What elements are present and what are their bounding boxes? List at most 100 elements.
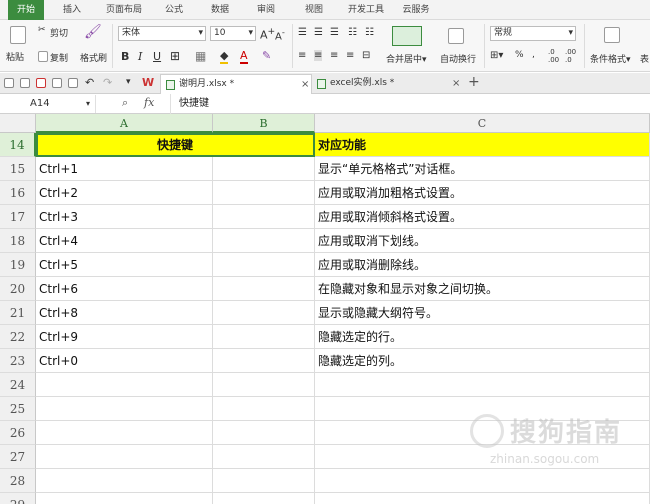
conditional-format-button[interactable]: 条件格式▾ — [590, 52, 631, 65]
distribute-icon[interactable]: ⊟ — [362, 50, 370, 61]
cell-a[interactable]: Ctrl+3 — [36, 205, 213, 229]
cell-b[interactable] — [213, 421, 315, 445]
cell-c[interactable] — [315, 469, 650, 493]
row-header[interactable]: 14 — [0, 133, 36, 157]
cell-a[interactable]: Ctrl+4 — [36, 229, 213, 253]
decrease-font-button[interactable]: A- — [275, 27, 285, 42]
cell-a[interactable]: Ctrl+0 — [36, 349, 213, 373]
increase-font-button[interactable]: A+ — [260, 26, 275, 42]
redo-icon[interactable]: ↷ — [103, 76, 112, 89]
select-all-corner[interactable] — [0, 114, 36, 133]
font-color-icon[interactable]: A — [240, 49, 248, 64]
row-header[interactable]: 28 — [0, 469, 36, 493]
open-folder-icon[interactable] — [20, 78, 30, 88]
tab-cloud[interactable]: 云服务 — [398, 0, 434, 20]
italic-button[interactable]: I — [138, 50, 142, 63]
scissors-icon[interactable]: ✂ — [38, 25, 46, 35]
close-icon[interactable]: × — [452, 74, 460, 93]
cell-a[interactable] — [36, 421, 213, 445]
paste-button[interactable]: 粘贴 — [6, 50, 24, 63]
cell-c[interactable]: 应用或取消倾斜格式设置。 — [315, 205, 650, 229]
row-header[interactable]: 17 — [0, 205, 36, 229]
outdent-icon[interactable]: ☷ — [365, 27, 374, 38]
name-box[interactable]: A14 ▾ — [0, 95, 96, 113]
cut-button[interactable]: 剪切 — [50, 26, 68, 39]
tab-home[interactable]: 开始 — [8, 0, 44, 20]
font-name-select[interactable]: 宋体 ▾ — [118, 26, 206, 41]
cell-b[interactable] — [213, 229, 315, 253]
thousands-icon[interactable]: , — [532, 50, 535, 60]
cell-a[interactable]: Ctrl+5 — [36, 253, 213, 277]
cell-a[interactable]: Ctrl+9 — [36, 325, 213, 349]
align-bottom-icon[interactable]: ☰ — [330, 27, 339, 38]
align-middle-icon[interactable]: ☰ — [314, 27, 323, 38]
cell-c[interactable]: 在隐藏对象和显示对象之间切换。 — [315, 277, 650, 301]
cell-c[interactable] — [315, 493, 650, 504]
cell-c[interactable]: 对应功能 — [315, 133, 650, 157]
tab-formulas[interactable]: 公式 — [158, 0, 190, 20]
bold-button[interactable]: B — [121, 50, 129, 63]
table-style-button[interactable]: 表 — [640, 52, 649, 65]
cell-c[interactable]: 应用或取消下划线。 — [315, 229, 650, 253]
cell-a[interactable] — [36, 373, 213, 397]
row-header[interactable]: 23 — [0, 349, 36, 373]
format-painter-button[interactable]: 格式刷 — [80, 51, 107, 64]
brush-icon[interactable]: 🖌 — [84, 24, 102, 40]
cell-a-merged[interactable]: 快捷键 — [36, 133, 315, 157]
cell-c[interactable] — [315, 373, 650, 397]
cell-c[interactable]: 应用或取消加粗格式设置。 — [315, 181, 650, 205]
row-header[interactable]: 15 — [0, 157, 36, 181]
auto-wrap-button[interactable]: 自动换行 — [440, 52, 476, 65]
currency-icon[interactable]: ⊞▾ — [490, 50, 503, 61]
cell-b[interactable] — [213, 373, 315, 397]
underline-button[interactable]: U — [153, 50, 161, 63]
column-header-c[interactable]: C — [315, 114, 650, 133]
cell-b[interactable] — [213, 325, 315, 349]
number-format-select[interactable]: 常规 ▾ — [490, 26, 576, 41]
close-icon[interactable]: × — [301, 75, 309, 94]
border-icon[interactable]: ⊞ — [170, 49, 180, 63]
row-header[interactable]: 22 — [0, 325, 36, 349]
row-header[interactable]: 25 — [0, 397, 36, 421]
doc-tab[interactable]: excel实例.xls * × — [312, 74, 464, 94]
cell-b[interactable] — [213, 469, 315, 493]
row-header[interactable]: 18 — [0, 229, 36, 253]
formula-input[interactable]: 快捷键 — [170, 94, 650, 114]
increase-decimal-icon[interactable]: .0.00 — [548, 48, 559, 64]
merge-center-icon[interactable] — [392, 26, 422, 46]
cell-a[interactable] — [36, 397, 213, 421]
cell-a[interactable] — [36, 493, 213, 504]
wps-logo-icon[interactable]: W — [142, 76, 154, 89]
print-preview-icon[interactable] — [68, 78, 78, 88]
column-header-a[interactable]: A — [36, 114, 213, 133]
tab-view[interactable]: 视图 — [298, 0, 330, 20]
column-header-b[interactable]: B — [213, 114, 315, 133]
row-header[interactable]: 19 — [0, 253, 36, 277]
cell-b[interactable] — [213, 205, 315, 229]
export-pdf-icon[interactable] — [36, 78, 46, 88]
fill-pattern-icon[interactable]: ▦ — [195, 49, 206, 63]
copy-button[interactable]: 复制 — [50, 51, 68, 64]
justify-icon[interactable]: ≡ — [346, 50, 354, 61]
fx-icon[interactable]: fx — [144, 96, 154, 109]
align-left-icon[interactable]: ≡ — [298, 50, 306, 61]
row-header[interactable]: 16 — [0, 181, 36, 205]
row-header[interactable]: 20 — [0, 277, 36, 301]
cell-b[interactable] — [213, 445, 315, 469]
cell-a[interactable]: Ctrl+1 — [36, 157, 213, 181]
new-tab-icon[interactable]: + — [468, 74, 480, 90]
align-right-icon[interactable]: ≡ — [330, 50, 338, 61]
align-top-icon[interactable]: ☰ — [298, 27, 307, 38]
conditional-format-icon[interactable] — [604, 27, 620, 43]
cell-c[interactable]: 显示或隐藏大纲符号。 — [315, 301, 650, 325]
merge-center-button[interactable]: 合并居中▾ — [386, 52, 427, 65]
tab-review[interactable]: 审阅 — [250, 0, 282, 20]
font-size-select[interactable]: 10 ▾ — [210, 26, 256, 41]
cell-b[interactable] — [213, 349, 315, 373]
chevron-down-icon[interactable]: ▾ — [86, 95, 90, 113]
cell-c[interactable]: 显示“单元格格式”对话框。 — [315, 157, 650, 181]
new-file-icon[interactable] — [4, 78, 14, 88]
cell-b[interactable] — [213, 493, 315, 504]
fill-color-icon[interactable]: ◆ — [220, 49, 229, 64]
print-icon[interactable] — [52, 78, 62, 88]
